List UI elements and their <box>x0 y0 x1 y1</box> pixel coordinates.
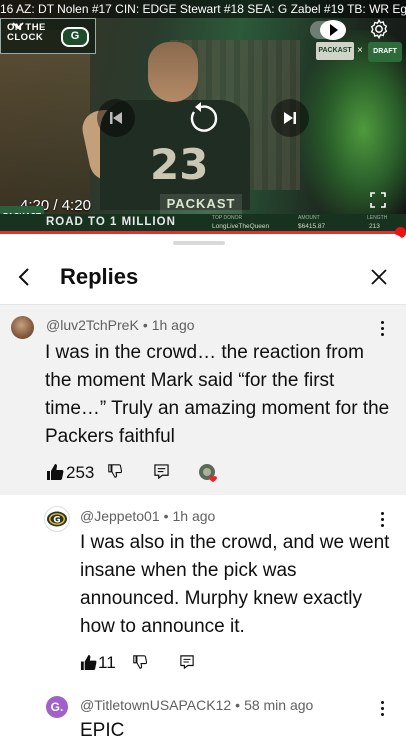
drag-handle[interactable] <box>173 241 225 245</box>
reply-author[interactable]: @Jeppeto01 <box>80 508 160 524</box>
like-count: 11 <box>98 653 116 672</box>
duration: 4:20 <box>61 197 91 214</box>
top-donor-label: TOP DONOR <box>212 215 243 221</box>
reply-meta: @TitletownUSAPACK12 • 58 min ago <box>80 697 313 713</box>
chevron-left-icon[interactable] <box>14 266 36 288</box>
meta-separator: • <box>235 697 241 713</box>
skip-previous-icon <box>110 112 122 124</box>
avatar[interactable] <box>11 316 34 339</box>
times-sign: × <box>357 45 363 56</box>
video-person-head <box>148 42 198 102</box>
skip-next-icon <box>284 112 296 124</box>
comment-text: I was in the crowd… the reaction from th… <box>45 342 390 447</box>
creator-heart-icon <box>199 464 217 483</box>
team-logo: G <box>61 27 89 47</box>
avatar-letter: G <box>53 516 60 526</box>
replay-icon[interactable] <box>184 99 222 137</box>
reply-time: 1h ago <box>172 508 216 524</box>
next-button[interactable] <box>271 99 309 137</box>
on-the-clock-line-2: CLOCK <box>7 32 44 43</box>
reply-icon[interactable] <box>154 464 169 479</box>
reply-text: EPIC <box>80 720 125 741</box>
more-vert-icon[interactable] <box>381 512 385 528</box>
length-value: 213 <box>369 223 380 230</box>
gear-icon[interactable] <box>368 18 390 40</box>
panel-title: Replies <box>60 264 139 289</box>
comment-time: 1h ago <box>151 317 195 333</box>
reply-meta: @Jeppeto01 • 1h ago <box>80 508 215 524</box>
comment-author[interactable]: @luv2TchPreK <box>46 317 139 333</box>
fullscreen-icon[interactable] <box>370 192 386 208</box>
packers-g-icon: G <box>47 511 67 527</box>
draft-badge: DRAFT <box>368 42 402 62</box>
chevron-down-icon[interactable] <box>12 20 24 32</box>
more-vert-icon[interactable] <box>381 321 385 337</box>
dislike-icon[interactable] <box>133 655 147 669</box>
avatar[interactable]: G. <box>46 696 68 718</box>
previous-button[interactable] <box>97 99 135 137</box>
meta-separator: • <box>163 508 169 524</box>
amount-value: $6415.87 <box>298 223 326 230</box>
banner-title: ROAD TO 1 MILLION <box>46 216 176 228</box>
jersey-number: 23 <box>150 140 209 189</box>
like-count: 253 <box>66 463 95 482</box>
reply-time: 58 min ago <box>244 697 314 713</box>
video-background <box>0 30 90 220</box>
avatar[interactable]: G <box>44 506 70 532</box>
reply-author[interactable]: @TitletownUSAPACK12 <box>80 697 231 713</box>
reply-text: I was also in the crowd, and we went ins… <box>80 532 390 637</box>
time-separator: / <box>49 197 62 214</box>
reply-icon[interactable] <box>180 655 194 669</box>
close-icon[interactable] <box>369 267 389 287</box>
top-donor-value: LongLiveTheQueen <box>212 223 270 230</box>
dislike-icon[interactable] <box>108 464 122 478</box>
length-label: LENGTH <box>367 215 388 221</box>
like-icon[interactable] <box>80 654 97 671</box>
like-icon[interactable] <box>46 463 64 481</box>
amount-label: AMOUNT <box>298 215 320 221</box>
play-icon <box>330 24 338 36</box>
packast-center-label: PACKAST <box>160 194 242 214</box>
packast-badge: PACKAST <box>316 42 354 60</box>
comment-meta: @luv2TchPreK • 1h ago <box>46 317 195 333</box>
more-vert-icon[interactable] <box>381 701 385 717</box>
news-ticker: 16 AZ: DT Nolen #17 CIN: EDGE Stewart #1… <box>0 0 406 18</box>
meta-separator: • <box>142 317 148 333</box>
packast-draft-logo: PACKAST × DRAFT <box>316 42 402 66</box>
